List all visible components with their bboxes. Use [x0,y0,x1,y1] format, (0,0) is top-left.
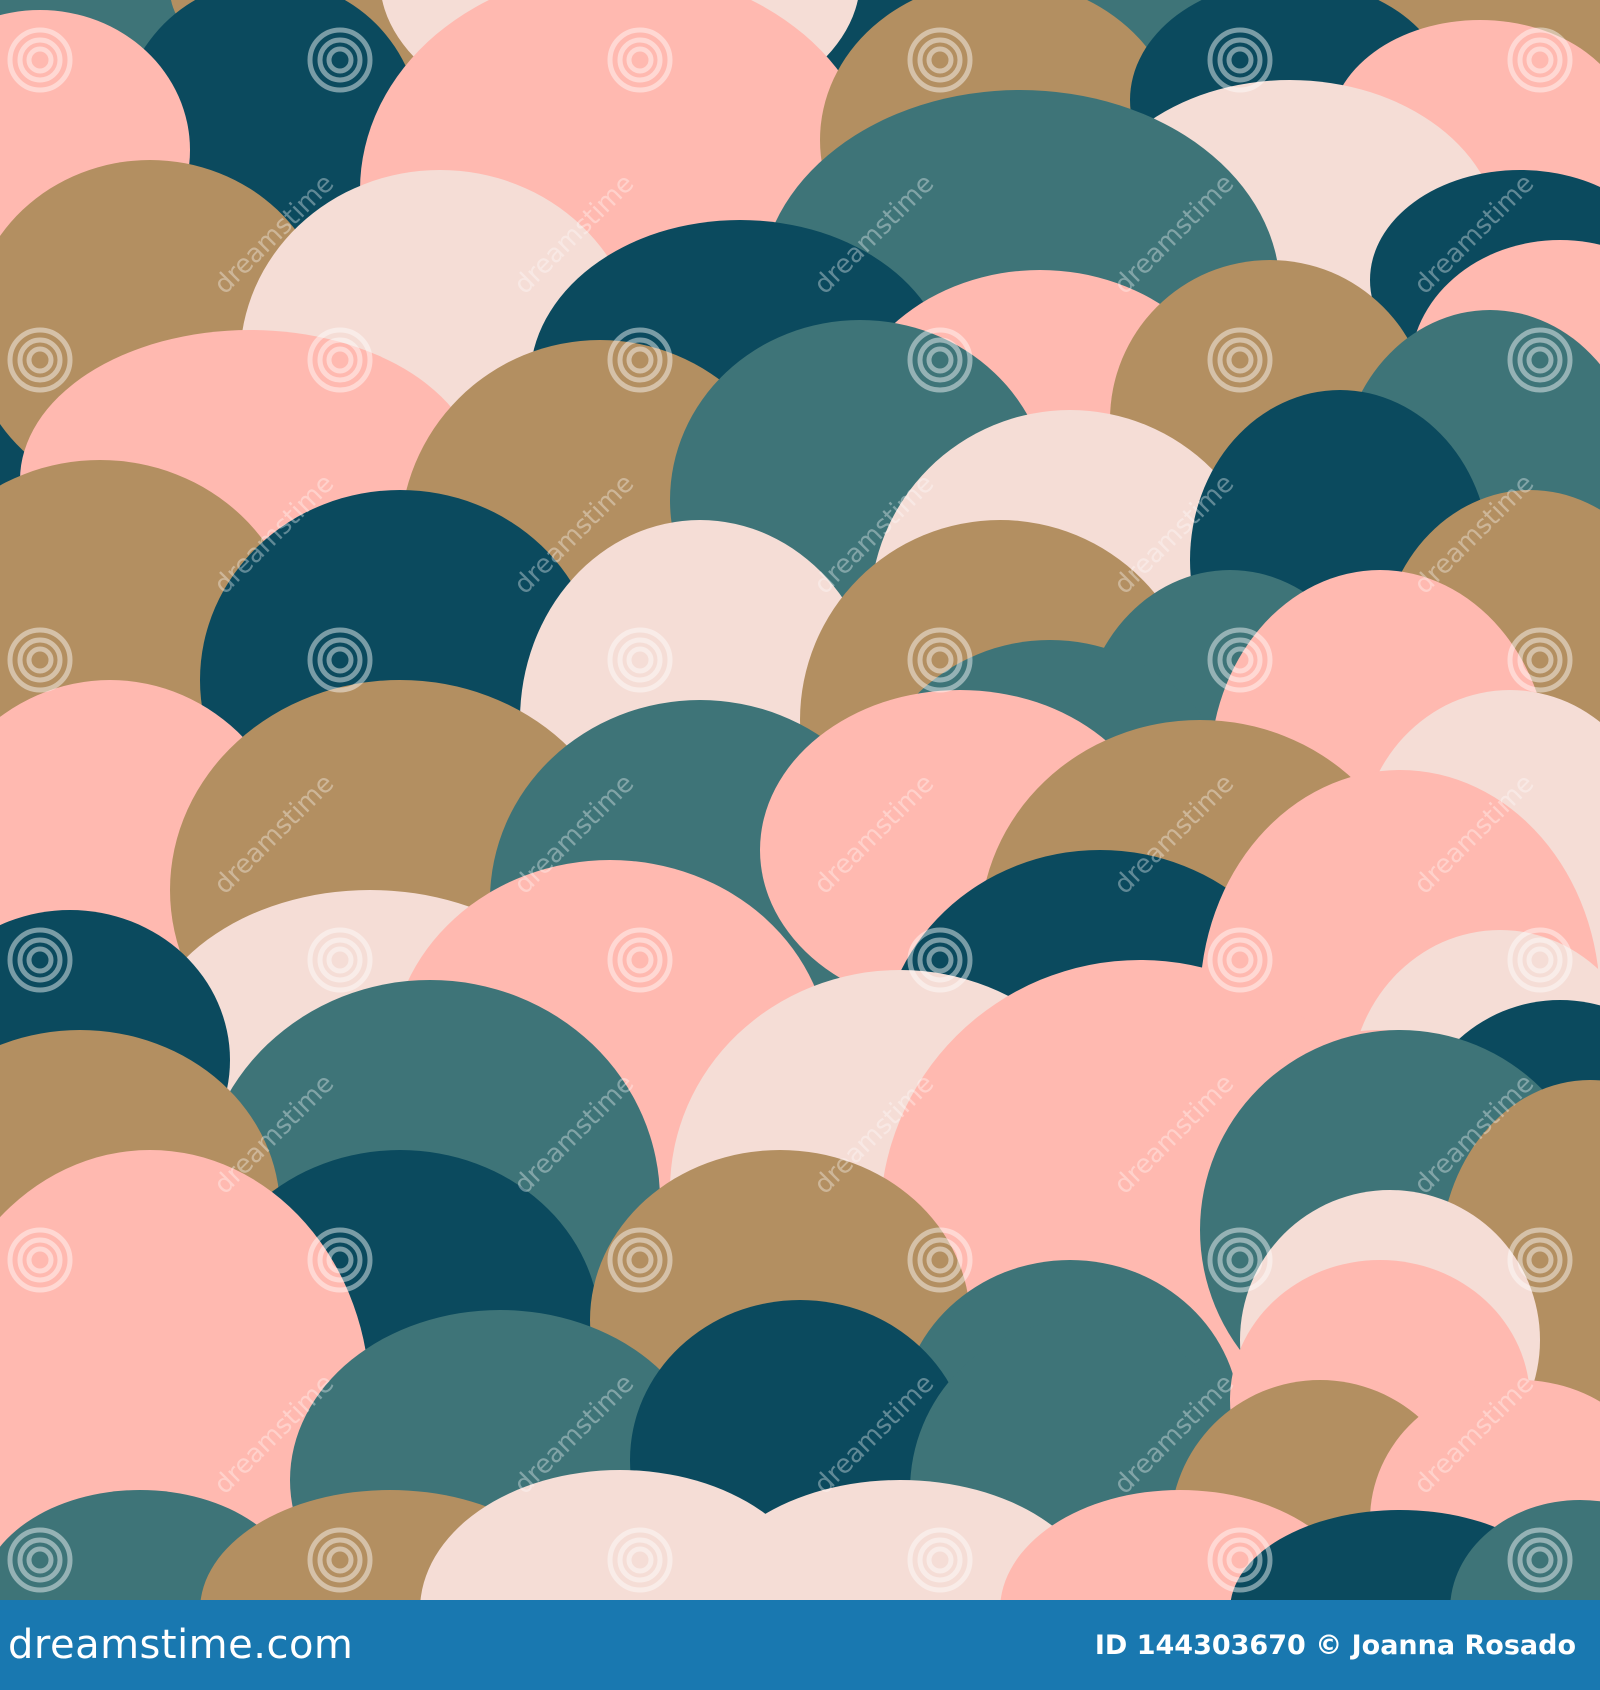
id-label: ID [1094,1630,1128,1661]
scallop-pattern-artwork: dreamstime dreamstime dreamstime dreamstime… [0,0,1600,1600]
brand-logo-text: dreamstime.com [8,1622,354,1668]
stock-footer-bar: dreamstime.com ID 144303670 © Joanna Ros… [0,1600,1600,1690]
pattern-blobs [0,0,1600,1600]
id-value: 144303670 [1136,1630,1306,1661]
copyright-symbol: © [1315,1630,1343,1661]
image-credit: ID 144303670 © Joanna Rosado [1095,1630,1576,1662]
author-name: Joanna Rosado [1351,1630,1576,1661]
stock-image: dreamstime dreamstime dreamstime dreamstime… [0,0,1600,1690]
